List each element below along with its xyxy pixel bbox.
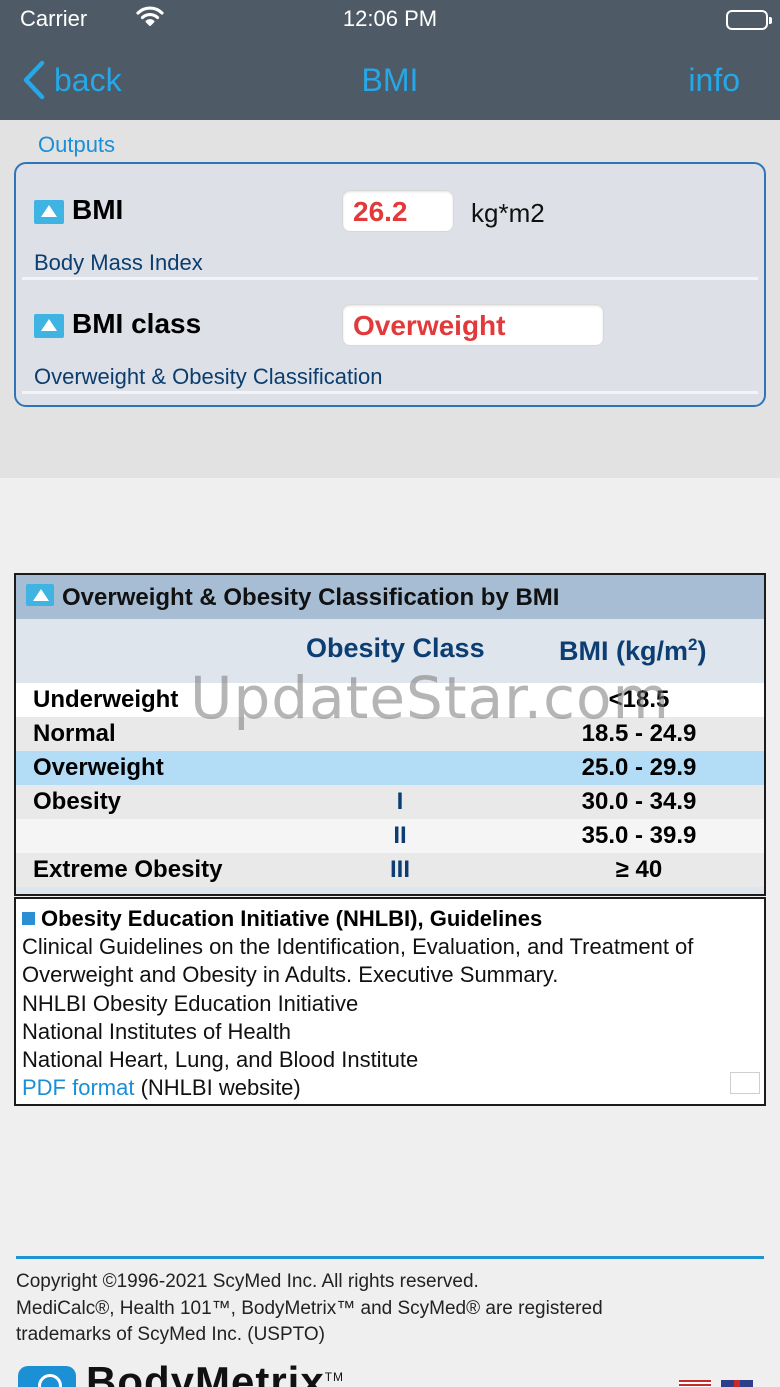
- bullet-square-icon: [22, 912, 35, 925]
- output-row-bmi-class: BMI class Overweight Overweight & Obesit…: [16, 282, 764, 394]
- reference-line: National Heart, Lung, and Blood Institut…: [22, 1047, 419, 1073]
- obesity-class-column-header: Obesity Class: [306, 633, 485, 663]
- output-description: Overweight & Obesity Classification: [34, 364, 383, 389]
- trademark-text: MediCalc®, Health 101™, BodyMetrix™ and …: [16, 1297, 603, 1319]
- category-cell: Underweight: [33, 686, 179, 713]
- reference-line: Clinical Guidelines on the Identificatio…: [22, 934, 694, 959]
- classification-header[interactable]: Overweight & Obesity Classification by B…: [16, 575, 764, 619]
- classification-table: Overweight & Obesity Classification by B…: [14, 573, 766, 896]
- obesity-class-cell: I: [396, 788, 404, 815]
- category-cell: Overweight: [33, 754, 164, 781]
- obesity-class-cell: III: [389, 856, 410, 883]
- bmi-range-cell: 35.0 - 39.9: [581, 822, 697, 849]
- classification-row: Obesity I 30.0 - 34.9: [16, 785, 764, 819]
- bmi-range-cell: 18.5 - 24.9: [581, 720, 697, 747]
- classification-row: II 35.0 - 39.9: [16, 819, 764, 853]
- battery-icon: [726, 10, 772, 30]
- uk-flag-icon[interactable]: [721, 1380, 753, 1387]
- category-cell: Obesity: [33, 788, 122, 815]
- bmi-range-cell: <18.5: [608, 686, 670, 713]
- footer-text: Copyright ©1996-2021 ScyMed Inc. All rig…: [16, 1269, 766, 1349]
- clock-time: 12:06 PM: [342, 6, 438, 31]
- info-button[interactable]: info: [688, 62, 740, 99]
- footer-divider: [16, 1256, 764, 1259]
- small-thumbnail[interactable]: [730, 1072, 760, 1094]
- output-description: Body Mass Index: [34, 250, 203, 275]
- bmi-range-cell: 30.0 - 34.9: [581, 788, 697, 815]
- trademark-text: trademarks of ScyMed Inc. (USPTO): [16, 1324, 326, 1345]
- status-bar: Carrier 12:06 PM: [0, 6, 780, 34]
- reference-line: National Institutes of Health: [22, 1018, 292, 1044]
- reference-box: Obesity Education Initiative (NHLBI), Gu…: [14, 897, 766, 1106]
- bmi-column-header: BMI (kg/m2): [559, 635, 707, 666]
- expand-triangle-icon[interactable]: [34, 200, 64, 224]
- divider: [22, 391, 758, 394]
- reference-link-line: PDF format (NHLBI website): [22, 1075, 301, 1101]
- page-title: BMI: [361, 62, 419, 98]
- reference-line: Overweight and Obesity in Adults. Execut…: [22, 962, 559, 988]
- outputs-box: BMI 26.2 kg*m2 Body Mass Index BMI class…: [14, 162, 766, 407]
- us-flag-icon[interactable]: [679, 1380, 711, 1387]
- copyright-text: Copyright ©1996-2021 ScyMed Inc. All rig…: [16, 1271, 479, 1292]
- category-cell: Extreme Obesity: [33, 856, 223, 883]
- category-cell: Normal: [33, 720, 116, 747]
- bmi-unit[interactable]: kg*m2: [471, 198, 545, 229]
- expand-triangle-icon[interactable]: [34, 314, 64, 338]
- output-row-bmi: BMI 26.2 kg*m2 Body Mass Index: [16, 168, 764, 280]
- divider: [22, 277, 758, 280]
- classification-title: Overweight & Obesity Classification by B…: [62, 584, 560, 611]
- classification-row: Extreme Obesity III ≥ 40: [16, 853, 764, 887]
- reference-title: Obesity Education Initiative (NHLBI), Gu…: [22, 905, 758, 933]
- outputs-label: Outputs: [38, 132, 116, 157]
- pdf-format-link[interactable]: PDF format: [22, 1075, 134, 1100]
- outputs-section: Outputs BMI 26.2 kg*m2 Body Mass Index B…: [0, 120, 780, 478]
- bmi-range-cell: 25.0 - 29.9: [581, 754, 697, 781]
- classification-row: Underweight <18.5: [16, 683, 764, 717]
- classification-row: Overweight 25.0 - 29.9: [16, 751, 764, 785]
- output-name: BMI: [72, 194, 124, 225]
- reference-line: NHLBI Obesity Education Initiative: [22, 990, 359, 1016]
- obesity-class-cell: II: [393, 822, 407, 849]
- bmi-class-value-field[interactable]: Overweight: [342, 304, 604, 346]
- classification-row: Normal 18.5 - 24.9: [16, 717, 764, 751]
- bmi-value-field[interactable]: 26.2: [342, 190, 454, 232]
- top-bar: Carrier 12:06 PM back BMI info: [0, 0, 780, 120]
- bodymetrix-logo-icon: [18, 1366, 76, 1387]
- collapse-triangle-icon[interactable]: [26, 584, 54, 606]
- brand-name: BodyMetrixTM: [86, 1358, 345, 1387]
- output-name: BMI class: [72, 308, 202, 339]
- bmi-range-cell: ≥ 40: [615, 856, 663, 883]
